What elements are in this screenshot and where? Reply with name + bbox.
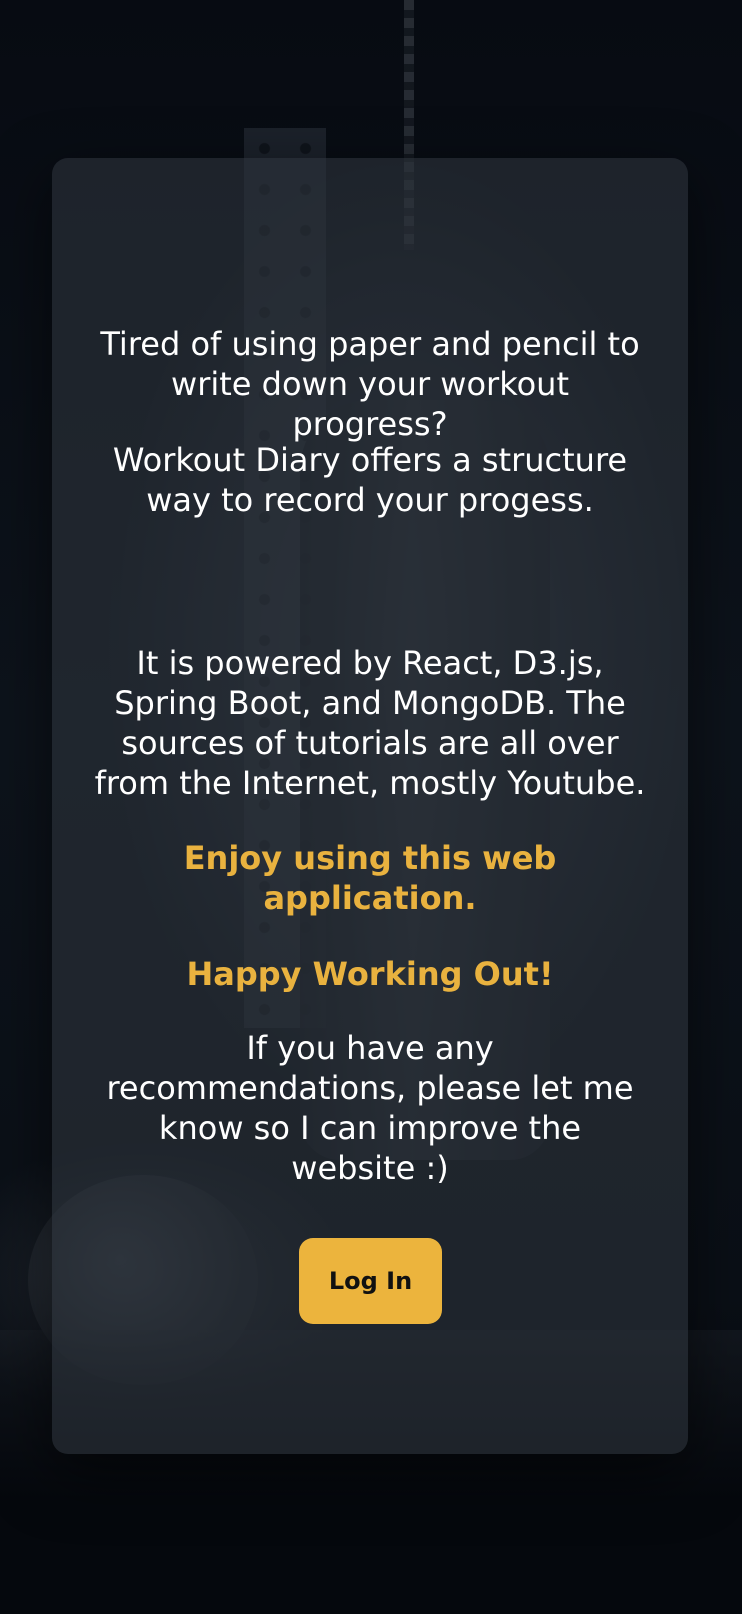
enjoy-message: Enjoy using this web application. xyxy=(183,839,557,917)
tech-stack-text: It is powered by React, D3.js, Spring Bo… xyxy=(94,644,646,802)
offer-text: Workout Diary offers a structure way to … xyxy=(112,441,628,519)
intro-text: Tired of using paper and pencil to write… xyxy=(100,325,640,443)
recommendation-text: If you have any recommendations, please … xyxy=(106,1029,634,1187)
happy-working-out-message: Happy Working Out! xyxy=(186,955,554,993)
log-in-button[interactable]: Log In xyxy=(299,1238,442,1324)
welcome-card: Tired of using paper and pencil to write… xyxy=(52,158,688,1454)
